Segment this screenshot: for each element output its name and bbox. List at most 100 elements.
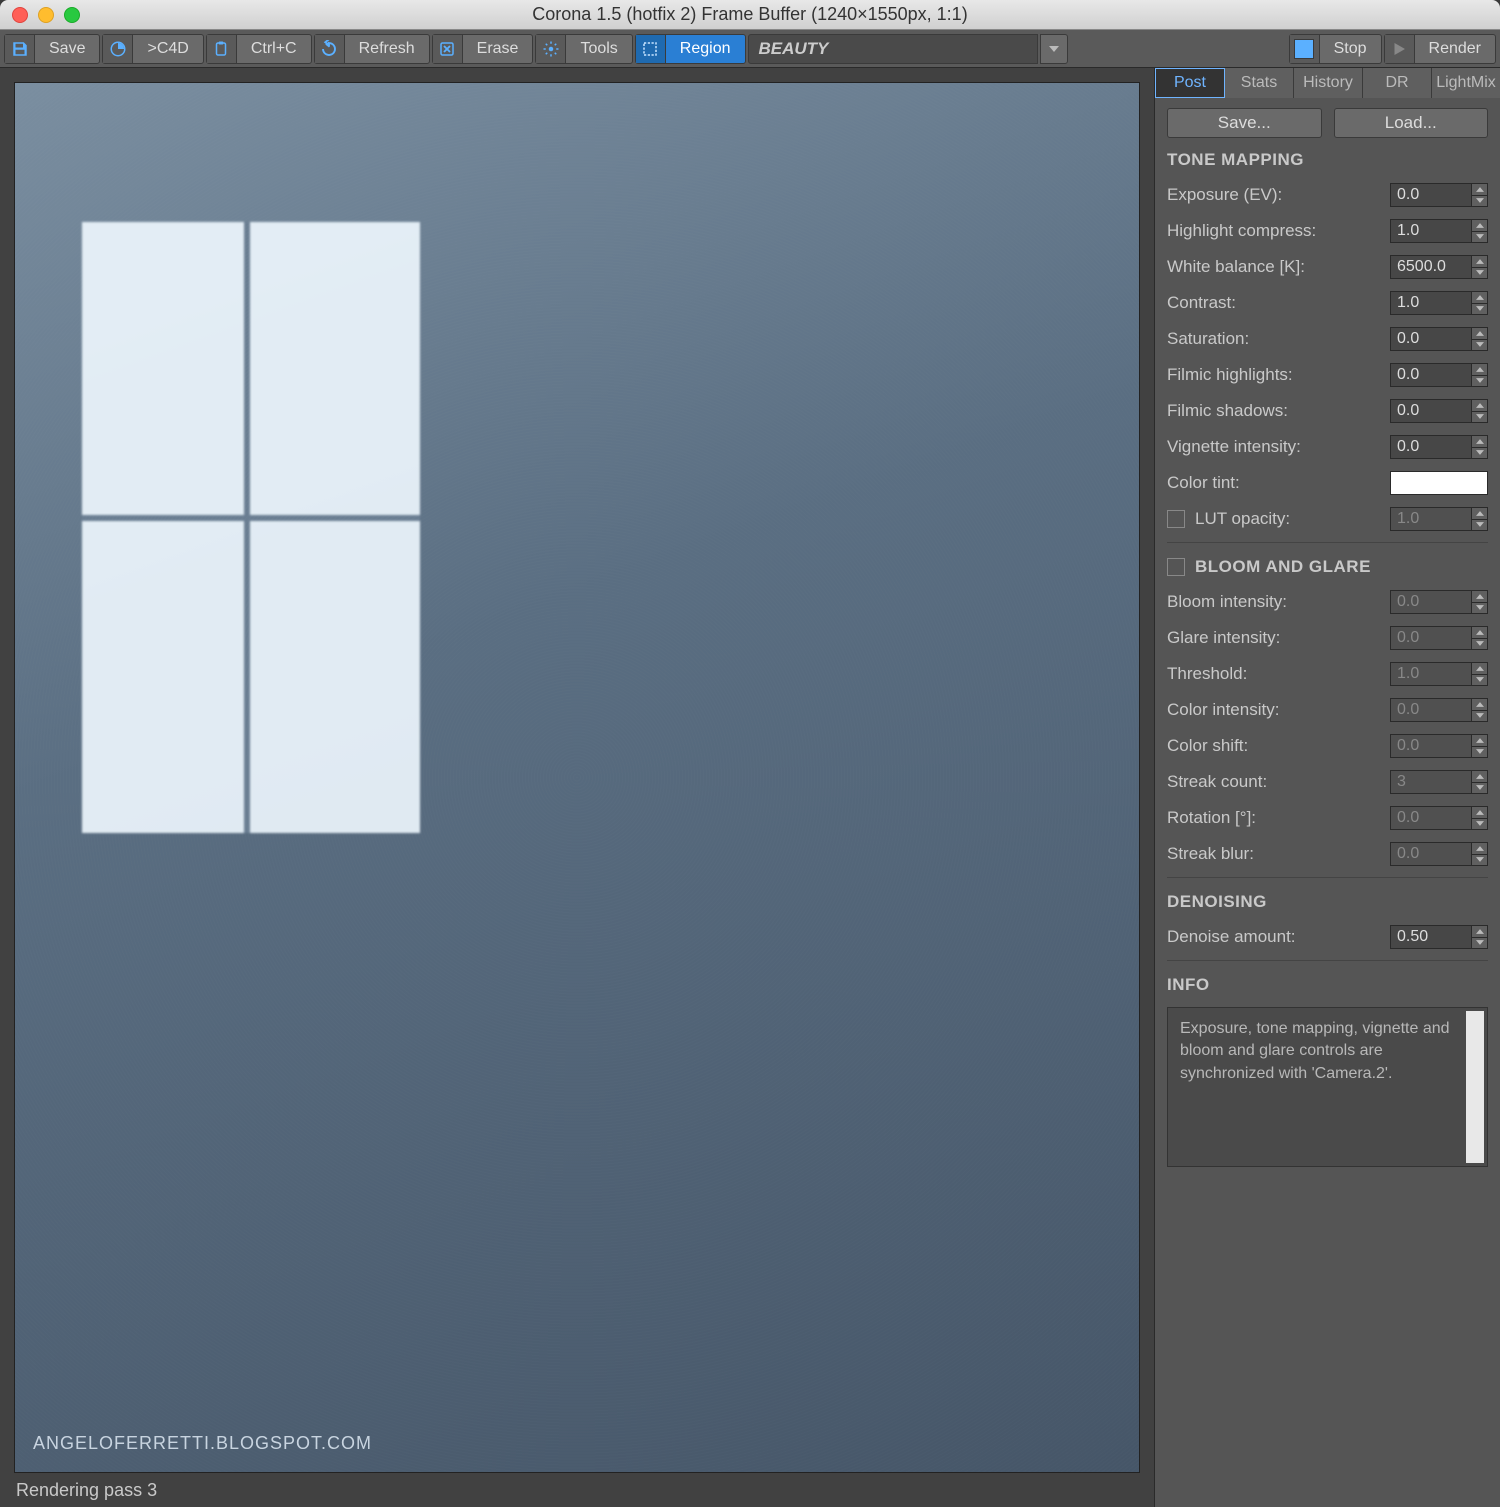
lut-opacity-spinner[interactable] — [1390, 507, 1488, 531]
render-pass-select[interactable]: BEAUTY — [748, 34, 1038, 64]
spinner-down-icon[interactable] — [1472, 603, 1487, 614]
tab-history[interactable]: History — [1294, 68, 1363, 98]
tools-button[interactable]: Tools — [535, 34, 632, 64]
info-scrollbar[interactable] — [1466, 1011, 1484, 1163]
saturation-input[interactable] — [1390, 327, 1472, 351]
streak-count-input[interactable] — [1390, 770, 1472, 794]
spinner-up-icon[interactable] — [1472, 627, 1487, 639]
render-pass-dropdown[interactable] — [1040, 34, 1068, 64]
spinner-up-icon[interactable] — [1472, 807, 1487, 819]
spinner-up-icon[interactable] — [1472, 184, 1487, 196]
threshold-input[interactable] — [1390, 662, 1472, 686]
spinner-down-icon[interactable] — [1472, 855, 1487, 866]
spinner-up-icon[interactable] — [1472, 364, 1487, 376]
lut-opacity-input[interactable] — [1390, 507, 1472, 531]
color-intensity-spinner[interactable] — [1390, 698, 1488, 722]
render-button[interactable]: Render — [1384, 34, 1496, 64]
white-balance-k-input[interactable] — [1390, 255, 1472, 279]
spinner-down-icon[interactable] — [1472, 304, 1487, 315]
exposure-ev-spinner[interactable] — [1390, 183, 1488, 207]
bloom-intensity-spinner[interactable] — [1390, 590, 1488, 614]
tab-stats[interactable]: Stats — [1225, 68, 1294, 98]
spinner-down-icon[interactable] — [1472, 639, 1487, 650]
region-button[interactable]: Region — [635, 34, 746, 64]
streak-count-spinner[interactable] — [1390, 770, 1488, 794]
highlight-compress-spinner[interactable] — [1390, 219, 1488, 243]
spinner-down-icon[interactable] — [1472, 340, 1487, 351]
spinner-down-icon[interactable] — [1472, 232, 1487, 243]
denoise-spinner[interactable] — [1390, 925, 1488, 949]
filmic-shadows-spinner[interactable] — [1390, 399, 1488, 423]
bloom-intensity-input[interactable] — [1390, 590, 1472, 614]
spinner-down-icon[interactable] — [1472, 675, 1487, 686]
threshold-spinner[interactable] — [1390, 662, 1488, 686]
tab-post[interactable]: Post — [1155, 68, 1225, 98]
tab-dr[interactable]: DR — [1363, 68, 1432, 98]
spinner-up-icon[interactable] — [1472, 328, 1487, 340]
spinner-up-icon[interactable] — [1472, 436, 1487, 448]
spinner-up-icon[interactable] — [1472, 843, 1487, 855]
close-icon[interactable] — [12, 7, 28, 23]
minimize-icon[interactable] — [38, 7, 54, 23]
erase-button[interactable]: Erase — [432, 34, 534, 64]
spinner-down-icon[interactable] — [1472, 448, 1487, 459]
spinner-up-icon[interactable] — [1472, 771, 1487, 783]
contrast-input[interactable] — [1390, 291, 1472, 315]
spinner-up-icon[interactable] — [1472, 292, 1487, 304]
panel-save-button[interactable]: Save... — [1167, 108, 1322, 138]
streak-blur-spinner[interactable] — [1390, 842, 1488, 866]
spinner-up-icon[interactable] — [1472, 220, 1487, 232]
glare-intensity-spinner[interactable] — [1390, 626, 1488, 650]
save-button[interactable]: Save — [4, 34, 100, 64]
vignette-intensity-input[interactable] — [1390, 435, 1472, 459]
saturation-spinner[interactable] — [1390, 327, 1488, 351]
spinner-down-icon[interactable] — [1472, 412, 1487, 423]
save-label: Save — [35, 40, 99, 58]
maximize-icon[interactable] — [64, 7, 80, 23]
color-tint-swatch[interactable] — [1390, 471, 1488, 495]
spinner-down-icon[interactable] — [1472, 520, 1487, 531]
spinner-up-icon[interactable] — [1472, 400, 1487, 412]
spinner-up-icon[interactable] — [1472, 508, 1487, 520]
filmic-shadows-input[interactable] — [1390, 399, 1472, 423]
stop-button[interactable]: Stop — [1289, 34, 1382, 64]
bloom-title-text: BLOOM AND GLARE — [1195, 557, 1371, 577]
rotation-input[interactable] — [1390, 806, 1472, 830]
refresh-button[interactable]: Refresh — [314, 34, 430, 64]
filmic-highlights-input[interactable] — [1390, 363, 1472, 387]
render-view[interactable]: ANGELOFERRETTI.BLOGSPOT.COM — [14, 82, 1140, 1473]
color-shift-input[interactable] — [1390, 734, 1472, 758]
spinner-up-icon[interactable] — [1472, 699, 1487, 711]
exposure-ev-input[interactable] — [1390, 183, 1472, 207]
vignette-intensity-spinner[interactable] — [1390, 435, 1488, 459]
color-intensity-input[interactable] — [1390, 698, 1472, 722]
copy-button[interactable]: Ctrl+C — [206, 34, 312, 64]
glare-intensity-input[interactable] — [1390, 626, 1472, 650]
c4d-button[interactable]: >C4D — [102, 34, 203, 64]
spinner-down-icon[interactable] — [1472, 196, 1487, 207]
rotation-spinner[interactable] — [1390, 806, 1488, 830]
contrast-spinner[interactable] — [1390, 291, 1488, 315]
color-shift-spinner[interactable] — [1390, 734, 1488, 758]
spinner-down-icon[interactable] — [1472, 376, 1487, 387]
highlight-compress-input[interactable] — [1390, 219, 1472, 243]
filmic-highlights-spinner[interactable] — [1390, 363, 1488, 387]
spinner-down-icon[interactable] — [1472, 268, 1487, 279]
spinner-down-icon[interactable] — [1472, 938, 1487, 949]
spinner-up-icon[interactable] — [1472, 926, 1487, 938]
lut-checkbox[interactable] — [1167, 510, 1185, 528]
streak-blur-input[interactable] — [1390, 842, 1472, 866]
spinner-down-icon[interactable] — [1472, 819, 1487, 830]
spinner-up-icon[interactable] — [1472, 735, 1487, 747]
spinner-up-icon[interactable] — [1472, 663, 1487, 675]
spinner-up-icon[interactable] — [1472, 256, 1487, 268]
bloom-checkbox[interactable] — [1167, 558, 1185, 576]
denoise-input[interactable] — [1390, 925, 1472, 949]
spinner-down-icon[interactable] — [1472, 711, 1487, 722]
panel-load-button[interactable]: Load... — [1334, 108, 1489, 138]
spinner-down-icon[interactable] — [1472, 747, 1487, 758]
white-balance-k-spinner[interactable] — [1390, 255, 1488, 279]
spinner-up-icon[interactable] — [1472, 591, 1487, 603]
spinner-down-icon[interactable] — [1472, 783, 1487, 794]
tab-lightmix[interactable]: LightMix — [1432, 68, 1500, 98]
